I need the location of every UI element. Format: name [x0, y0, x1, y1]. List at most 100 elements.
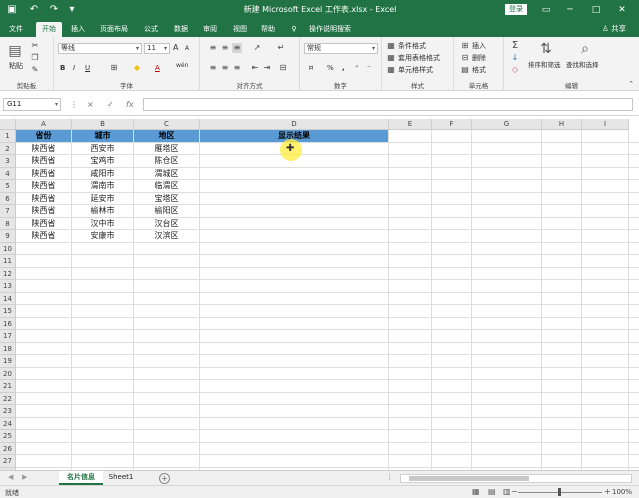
cell-c4[interactable]: 渭城区	[134, 168, 199, 180]
header-cell-b1[interactable]: 城市	[72, 130, 133, 142]
redo-icon[interactable]: ↷	[47, 3, 61, 17]
format-cells-button[interactable]: 格式	[472, 65, 486, 75]
header-cell-c1[interactable]: 地区	[134, 130, 199, 142]
page-break-view-icon[interactable]: ▥	[503, 487, 511, 496]
cell-a7[interactable]: 陕西省	[16, 205, 71, 217]
row-header-12[interactable]: 12	[0, 267, 16, 280]
row-header-1[interactable]: 1	[0, 130, 16, 143]
format-painter-icon[interactable]: ✎	[30, 65, 40, 75]
cell-b6[interactable]: 延安市	[72, 193, 133, 205]
column-header-a[interactable]: A	[16, 119, 72, 130]
row-header-10[interactable]: 10	[0, 242, 16, 255]
save-icon[interactable]: ▣	[6, 3, 18, 17]
cell-a3[interactable]: 陕西省	[16, 155, 71, 167]
align-middle-icon[interactable]: ≡	[220, 43, 230, 53]
row-header-25[interactable]: 25	[0, 430, 16, 443]
tab-formulas[interactable]: 公式	[139, 22, 163, 37]
find-select-button[interactable]: 查找和选择	[566, 60, 599, 70]
row-header-24[interactable]: 24	[0, 417, 16, 430]
paste-icon[interactable]: ▤	[6, 42, 24, 60]
normal-view-icon[interactable]: ▦	[472, 487, 480, 496]
row-header-14[interactable]: 14	[0, 292, 16, 305]
cell-c3[interactable]: 陈仓区	[134, 155, 199, 167]
column-header-c[interactable]: C	[134, 119, 200, 130]
align-bottom-icon[interactable]: ≡	[232, 43, 242, 53]
row-header-9[interactable]: 9	[0, 230, 16, 243]
row-header-20[interactable]: 20	[0, 367, 16, 380]
increase-indent-icon[interactable]: ⇥	[262, 63, 272, 73]
cell-b3[interactable]: 宝鸡市	[72, 155, 133, 167]
zoom-slider-thumb[interactable]	[558, 488, 561, 496]
font-size-select[interactable]: 11 ▾	[144, 43, 170, 54]
insert-function-icon[interactable]: fx	[126, 98, 134, 111]
sheet-tab-mingpian[interactable]: 名片信息	[59, 471, 103, 485]
zoom-in-icon[interactable]: +	[604, 487, 611, 496]
row-header-7[interactable]: 7	[0, 205, 16, 218]
login-button[interactable]: 登录	[505, 4, 527, 15]
bold-button[interactable]: B	[60, 63, 65, 73]
row-header-4[interactable]: 4	[0, 167, 16, 180]
column-header-h[interactable]: H	[542, 119, 582, 130]
align-left-icon[interactable]: ≡	[208, 63, 218, 73]
row-header-3[interactable]: 3	[0, 155, 16, 168]
formula-input[interactable]	[143, 98, 633, 111]
borders-icon[interactable]: ⊞	[109, 63, 119, 73]
decrease-indent-icon[interactable]: ⇤	[250, 63, 260, 73]
row-header-17[interactable]: 17	[0, 330, 16, 343]
decrease-decimal-icon[interactable]: ⁻	[364, 63, 374, 73]
sort-filter-button[interactable]: 排序和筛选	[528, 60, 561, 70]
cell-a2[interactable]: 陕西省	[16, 143, 71, 155]
scrollbar-thumb[interactable]	[409, 476, 529, 481]
row-header-26[interactable]: 26	[0, 442, 16, 455]
cell-a5[interactable]: 陕西省	[16, 180, 71, 192]
tab-page-layout[interactable]: 页面布局	[96, 22, 132, 37]
cell-styles-button[interactable]: 单元格样式	[398, 65, 433, 75]
row-header-11[interactable]: 11	[0, 255, 16, 268]
cell-b7[interactable]: 榆林市	[72, 205, 133, 217]
paste-button[interactable]: 粘贴	[9, 61, 23, 71]
customize-quick-access-icon[interactable]: ▾	[67, 3, 77, 17]
insert-cells-button[interactable]: 插入	[472, 41, 486, 51]
cell-b2[interactable]: 西安市	[72, 143, 133, 155]
shrink-font-button[interactable]: A	[185, 44, 189, 54]
grow-font-button[interactable]: A	[173, 43, 178, 53]
row-header-19[interactable]: 19	[0, 355, 16, 368]
tell-me-search[interactable]: 操作说明搜索	[302, 22, 358, 37]
align-top-icon[interactable]: ≡	[208, 43, 218, 53]
tab-view[interactable]: 视图	[228, 22, 252, 37]
sheet-tab-sheet1[interactable]: Sheet1	[104, 471, 138, 485]
worksheet-grid[interactable]: A B C D E F G H I 1 2 3 4 5 6 7 8 9 10 11 12 13 14 15 16 17 18 19 20…	[0, 119, 639, 480]
row-header-2[interactable]: 2	[0, 142, 16, 155]
row-header-18[interactable]: 18	[0, 342, 16, 355]
percent-button[interactable]: %	[327, 63, 334, 73]
currency-icon[interactable]: ¤	[306, 63, 316, 73]
row-header-13[interactable]: 13	[0, 280, 16, 293]
share-button[interactable]: ♙ 共享	[602, 22, 626, 36]
fill-icon[interactable]: ↓	[510, 53, 520, 63]
tab-insert[interactable]: 插入	[66, 22, 90, 37]
cell-c9[interactable]: 汉滨区	[134, 230, 199, 242]
minimize-icon[interactable]: ─	[562, 3, 578, 17]
name-box[interactable]: G11 ▾	[3, 98, 61, 111]
clear-icon[interactable]: ◇	[510, 65, 520, 75]
row-header-22[interactable]: 22	[0, 392, 16, 405]
align-center-icon[interactable]: ≡	[220, 63, 230, 73]
wrap-text-icon[interactable]: ↵	[276, 43, 286, 53]
tab-home[interactable]: 开始	[36, 22, 62, 37]
cell-a4[interactable]: 陕西省	[16, 168, 71, 180]
column-header-i[interactable]: I	[582, 119, 629, 130]
cancel-icon[interactable]: ×	[87, 98, 94, 111]
enter-icon[interactable]: ✓	[107, 98, 114, 111]
close-icon[interactable]: ✕	[614, 3, 630, 17]
cell-b5[interactable]: 渭南市	[72, 180, 133, 192]
delete-cells-button[interactable]: 删除	[472, 53, 486, 63]
phonetic-button[interactable]: wén	[176, 61, 188, 71]
next-sheet-icon[interactable]: ▶	[22, 473, 27, 481]
increase-decimal-icon[interactable]: ⁺	[352, 63, 362, 73]
cell-b8[interactable]: 汉中市	[72, 218, 133, 230]
row-header-15[interactable]: 15	[0, 305, 16, 318]
italic-button[interactable]: I	[73, 63, 75, 73]
comma-button[interactable]: ,	[342, 63, 345, 73]
orientation-icon[interactable]: ↗	[252, 43, 262, 53]
tab-help[interactable]: 帮助	[256, 22, 280, 37]
